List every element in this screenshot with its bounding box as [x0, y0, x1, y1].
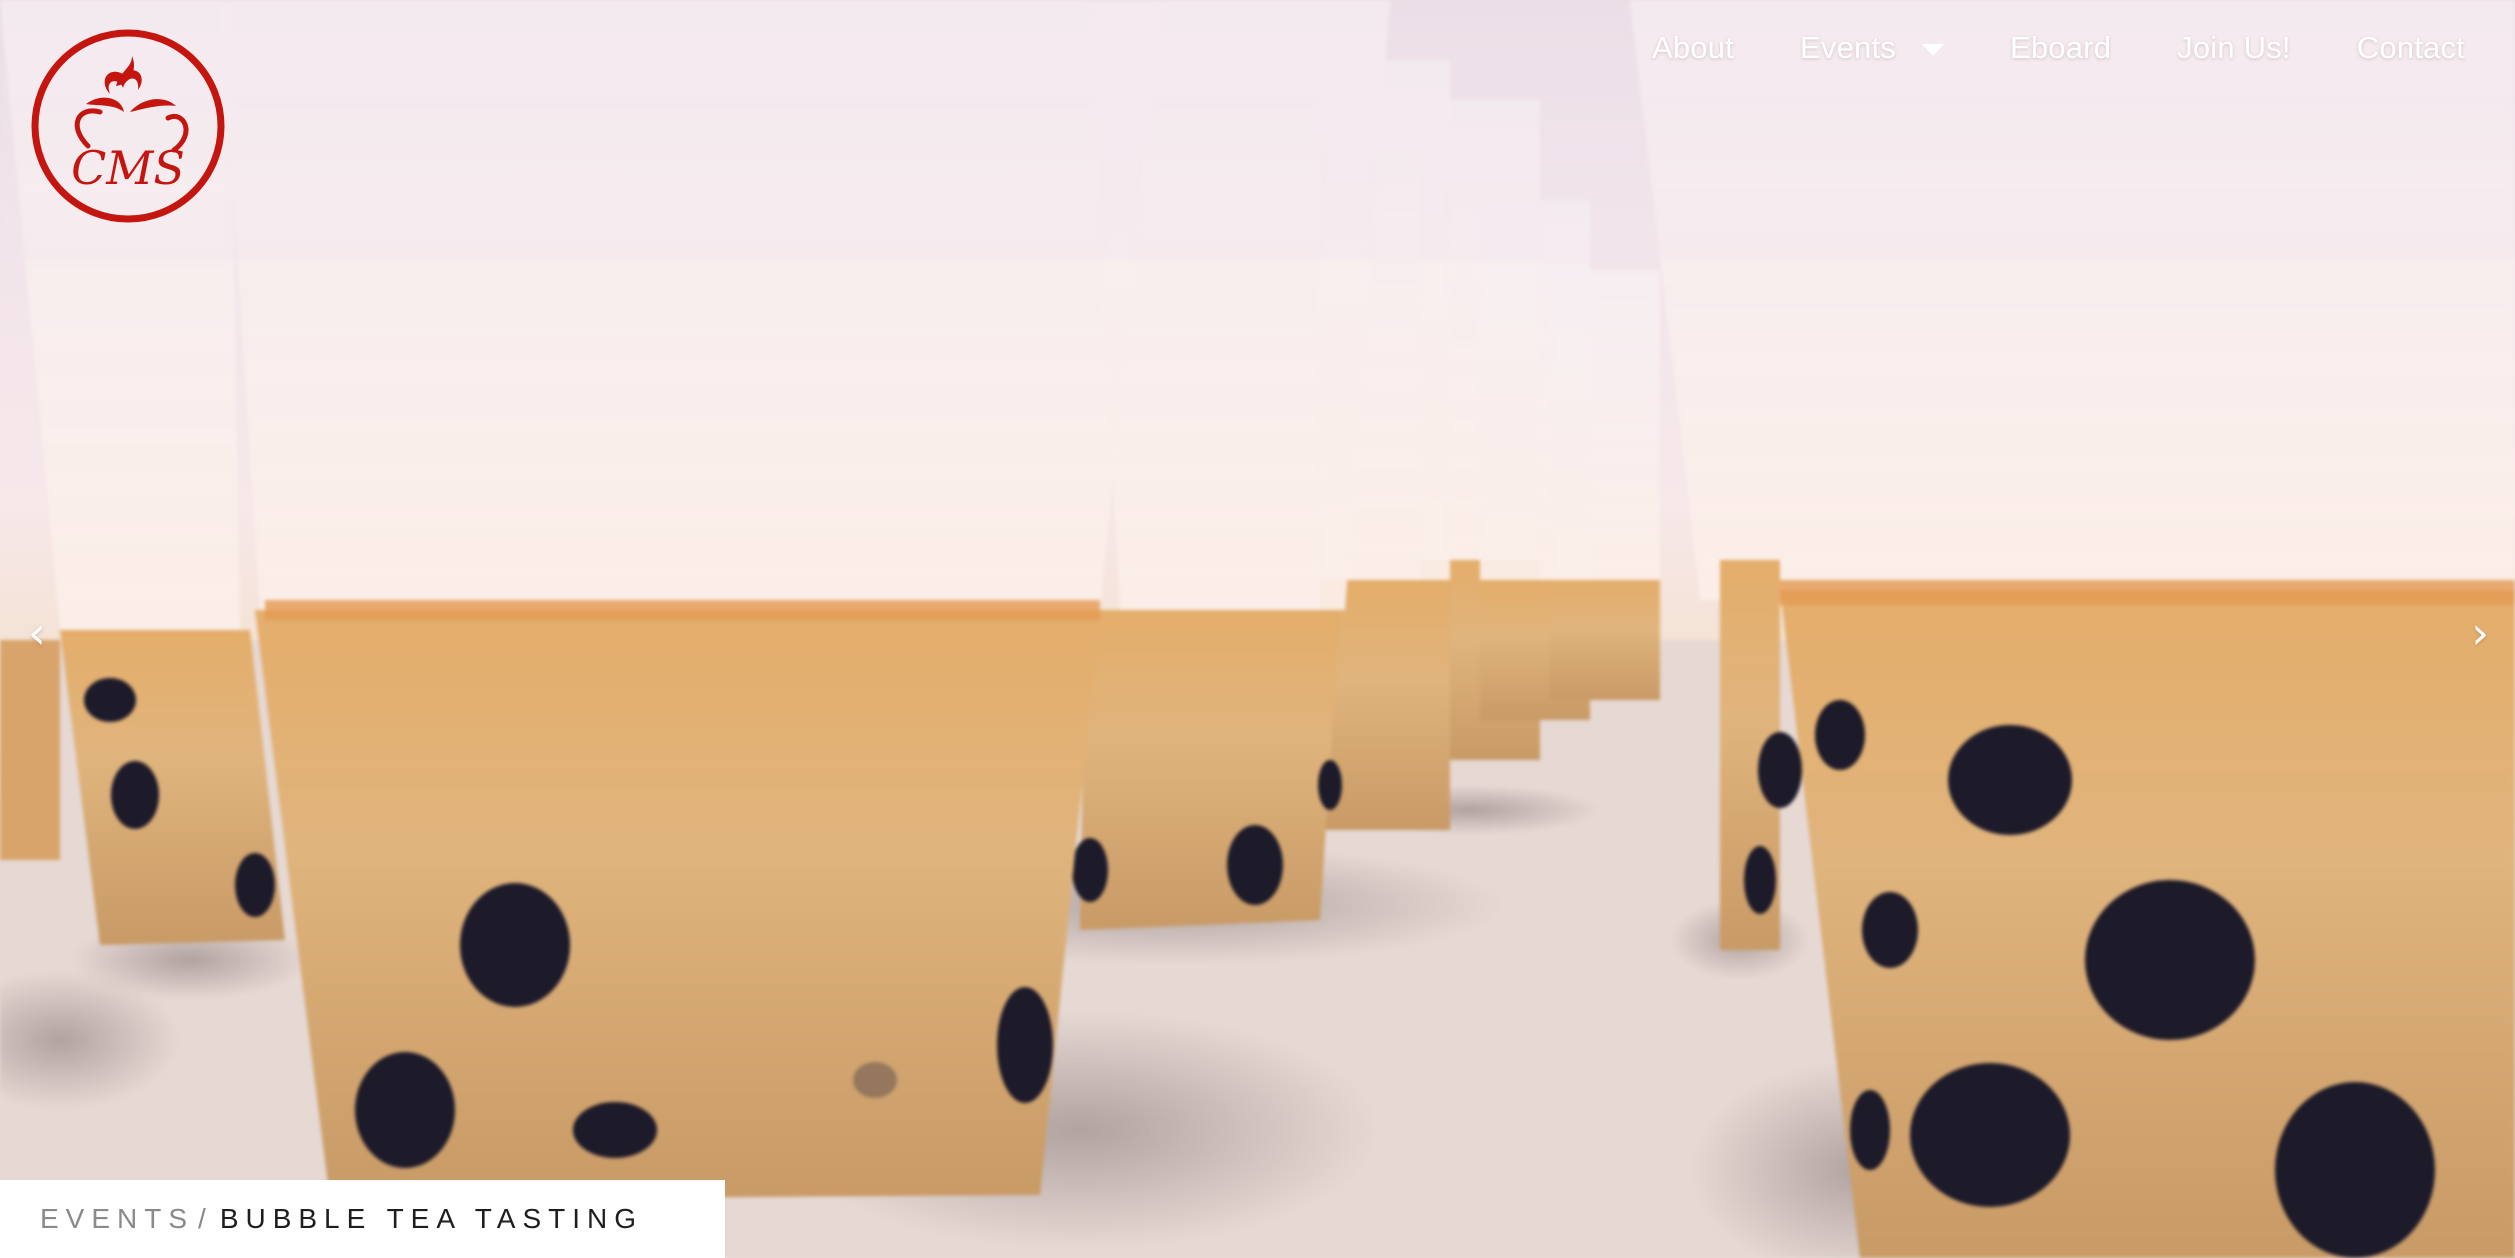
nav-events-label: Events	[1800, 30, 1896, 65]
nav-about[interactable]: About	[1652, 30, 1734, 66]
hero-bubble-tea-photo	[0, 0, 2515, 1258]
breadcrumb-current-page: BUBBLE TEA TASTING	[219, 1203, 644, 1234]
slider-prev-button[interactable]: ‹	[28, 612, 46, 656]
main-nav: About Events Eboard Join Us! Contact	[1652, 30, 2465, 66]
slider-next-button[interactable]: ›	[2471, 612, 2489, 656]
breadcrumb: EVENTS / BUBBLE TEA TASTING	[0, 1180, 725, 1258]
nav-events[interactable]: Events	[1800, 30, 1944, 66]
cms-logo-emblem: CMS	[31, 29, 225, 223]
nav-contact[interactable]: Contact	[2357, 30, 2465, 66]
breadcrumb-separator: /	[198, 1203, 206, 1234]
breadcrumb-events-link[interactable]: EVENTS	[40, 1203, 194, 1235]
nav-join-us[interactable]: Join Us!	[2177, 30, 2291, 66]
logo-text: CMS	[71, 141, 185, 195]
hero-banner: CMS About Events Eboard Join Us! Contact…	[0, 0, 2515, 1258]
chevron-down-icon	[1921, 44, 1944, 56]
nav-eboard[interactable]: Eboard	[2010, 30, 2111, 66]
cms-logo[interactable]: CMS	[28, 26, 228, 226]
